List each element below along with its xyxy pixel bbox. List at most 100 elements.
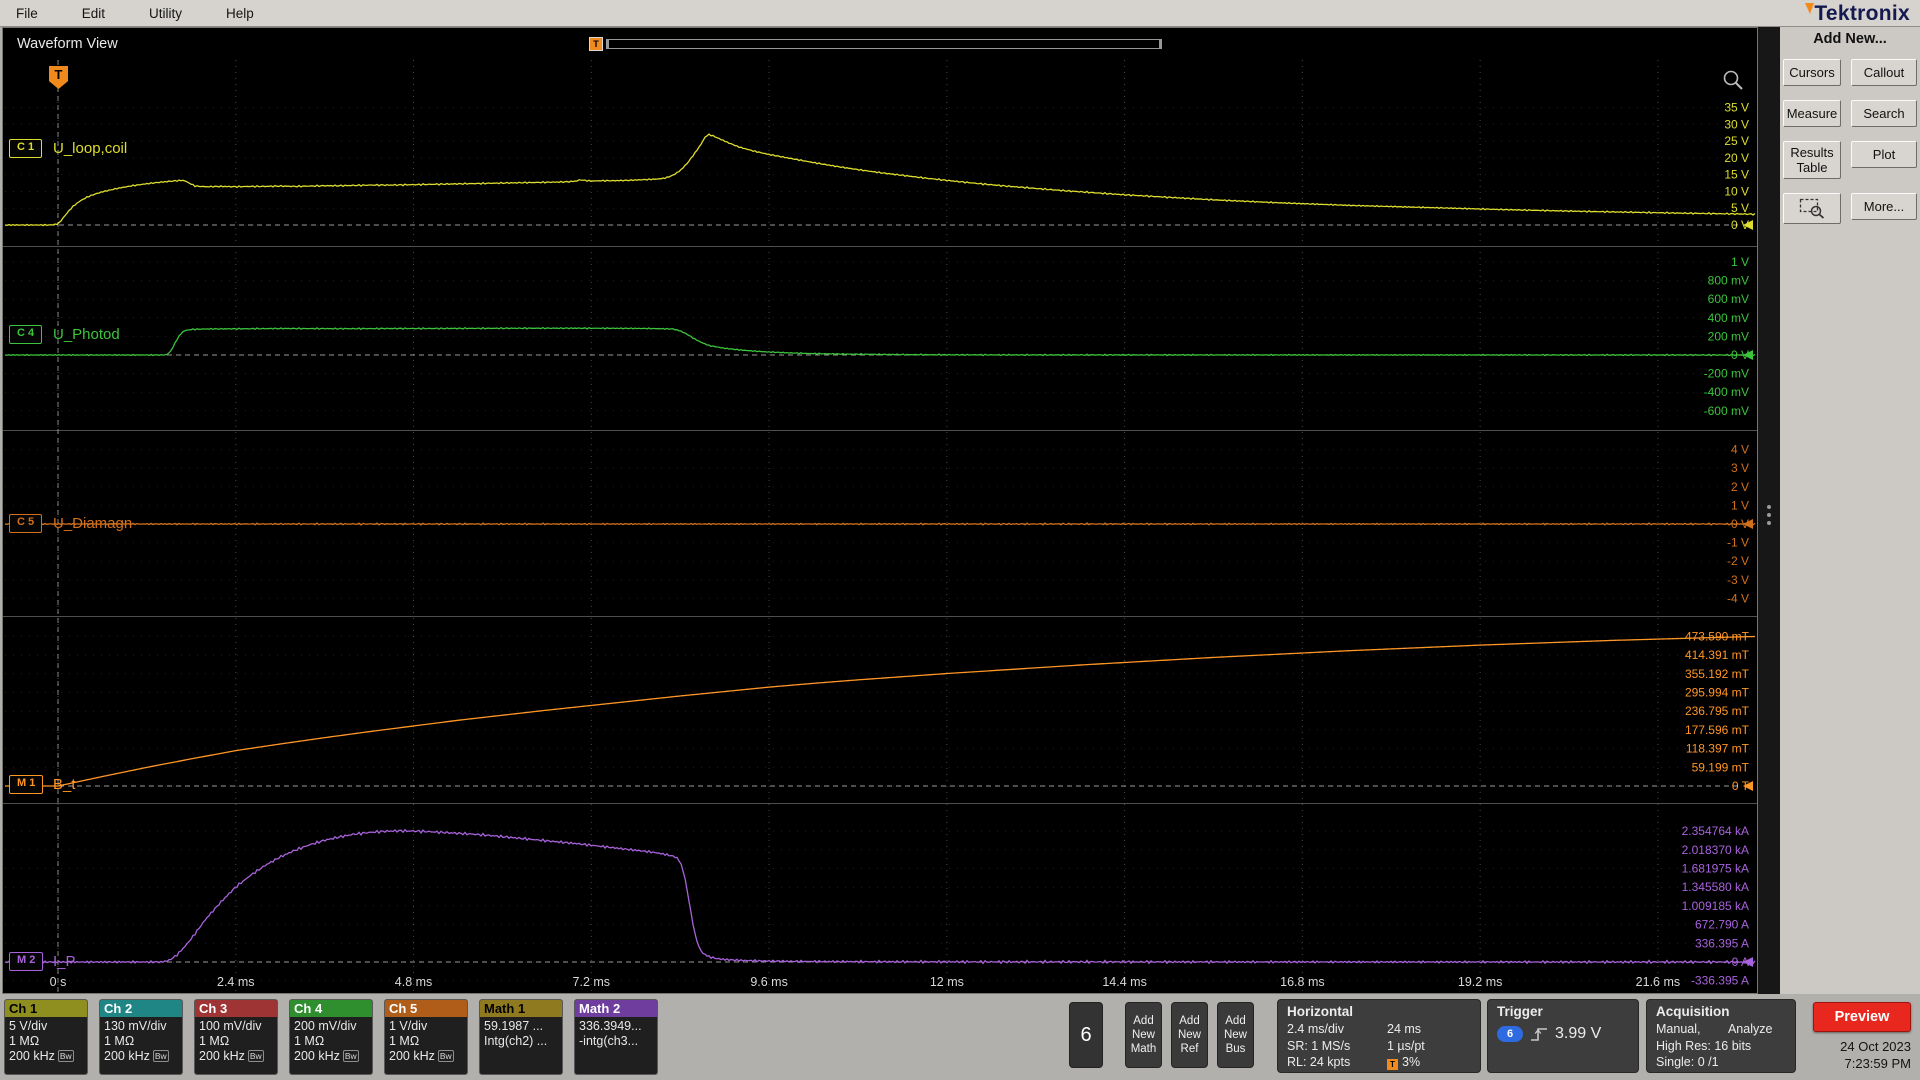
bandwidth-chip: Bw xyxy=(247,1050,264,1062)
channel-impedance: 1 MΩ xyxy=(389,1034,420,1048)
navigator-trigger-flag[interactable]: T xyxy=(589,37,603,51)
channel-scale: 200 mV/div xyxy=(294,1019,357,1033)
horizontal-values: 2.4 ms/div 24 ms SR: 1 MS/s 1 µs/pt RL: … xyxy=(1287,1021,1471,1071)
rising-edge-icon xyxy=(1531,1027,1547,1041)
add-new-button-grid: Cursors Callout Measure Search Results T… xyxy=(1780,59,1920,224)
acquisition-detail: High Res: 16 bits xyxy=(1656,1038,1752,1053)
channel-impedance: 1 MΩ xyxy=(104,1034,135,1048)
trigger-source-button[interactable]: 6 xyxy=(1069,1002,1103,1068)
scale-label: -336.395 A xyxy=(1691,974,1749,988)
pan-zoom-navigator[interactable]: T xyxy=(589,37,1162,51)
plot-channel-label-c5[interactable]: U_Diamagn xyxy=(53,515,132,532)
clock-date: 24 Oct 2023 xyxy=(1840,1039,1911,1054)
waveform-plot[interactable]: 0 s 2.4 ms 4.8 ms 7.2 ms 9.6 ms 12 ms 14.4 ms 1… xyxy=(3,60,1757,993)
plot-channel-badge-m2[interactable]: M 2 xyxy=(9,952,44,971)
add-search-button[interactable]: Search xyxy=(1851,100,1917,127)
channel-info: 1 V/div 1 MΩ 200 kHz Bw xyxy=(385,1017,467,1064)
add-measure-button[interactable]: Measure xyxy=(1783,100,1841,127)
channel-name: Ch 4 xyxy=(290,1000,372,1017)
scale-label: 400 mV xyxy=(1708,311,1749,325)
trigger-panel[interactable]: Trigger 6 3.99 V xyxy=(1487,999,1639,1073)
channel-badge-math1[interactable]: Math 1 59.1987 ... Intg(ch2) ... xyxy=(479,999,563,1075)
trigger-source-pill: 6 xyxy=(1497,1026,1523,1042)
channel-bandwidth: 200 kHz xyxy=(9,1049,55,1063)
add-plot-button[interactable]: Plot xyxy=(1851,141,1917,168)
trigger-position-icon: T xyxy=(1387,1059,1398,1070)
bandwidth-chip: Bw xyxy=(342,1050,359,1062)
add-callout-button[interactable]: Callout xyxy=(1851,59,1917,86)
scale-label: 1 V xyxy=(1731,255,1749,269)
zoom-icon[interactable] xyxy=(1721,68,1745,92)
menu-edit[interactable]: Edit xyxy=(82,6,105,21)
time-axis-label: 4.8 ms xyxy=(395,975,433,989)
channel-badge-ch2[interactable]: Ch 2 130 mV/div 1 MΩ 200 kHz Bw xyxy=(99,999,183,1075)
zoom-mode-button[interactable] xyxy=(1783,193,1841,224)
plot-channel-label-m2[interactable]: I_P xyxy=(53,953,76,970)
trigger-values: 6 3.99 V xyxy=(1497,1025,1629,1043)
oscilloscope-app: File Edit Utility Help Tektronix Wavefor… xyxy=(0,0,1920,1080)
menu-help[interactable]: Help xyxy=(226,6,254,21)
more-button[interactable]: More... xyxy=(1851,193,1917,220)
menu-file[interactable]: File xyxy=(16,6,38,21)
scale-label: -3 V xyxy=(1727,573,1749,587)
trace-C4 xyxy=(4,326,1756,357)
channel-badge-math2[interactable]: Math 2 336.3949... -intg(ch3... xyxy=(574,999,658,1075)
plot-channel-label-c1[interactable]: U_loop,coil xyxy=(53,140,127,157)
plot-channel-badge-c5[interactable]: C 5 xyxy=(9,514,43,533)
add-new-bus-button[interactable]: Add New Bus xyxy=(1217,1002,1254,1068)
scale-label: 4 V xyxy=(1731,443,1749,457)
plot-channel-badge-c1[interactable]: C 1 xyxy=(9,139,43,158)
channel-badge-ch3[interactable]: Ch 3 100 mV/div 1 MΩ 200 kHz Bw xyxy=(194,999,278,1075)
channel-impedance: 1 MΩ xyxy=(9,1034,40,1048)
channel-bandwidth-row: 200 kHz Bw xyxy=(294,1049,368,1064)
scale-label: -1 V xyxy=(1727,536,1749,550)
scale-label: 200 mV xyxy=(1708,329,1749,343)
acquisition-panel[interactable]: Acquisition Manual, Analyze High Res: 16… xyxy=(1646,999,1796,1073)
plot-channel-badge-c4[interactable]: C 4 xyxy=(9,325,43,344)
panel-splitter[interactable] xyxy=(1758,27,1780,994)
plot-channel-label-m1[interactable]: B_t xyxy=(53,776,76,793)
bandwidth-chip: Bw xyxy=(152,1050,169,1062)
label-line: New xyxy=(1131,1029,1155,1041)
add-new-ref-button[interactable]: Add New Ref xyxy=(1171,1002,1208,1068)
scale-label: 177.596 mT xyxy=(1685,723,1750,737)
horizontal-panel[interactable]: Horizontal 2.4 ms/div 24 ms SR: 1 MS/s 1… xyxy=(1277,999,1481,1073)
channel-name: Math 2 xyxy=(575,1000,657,1017)
scale-label: 336.395 A xyxy=(1695,936,1749,950)
scale-label: 5 V xyxy=(1731,201,1749,215)
add-new-title: Add New... xyxy=(1813,31,1887,47)
channel-name: Ch 1 xyxy=(5,1000,87,1017)
time-axis-label: 7.2 ms xyxy=(573,975,611,989)
navigator-bar[interactable] xyxy=(606,39,1162,49)
add-new-math-button[interactable]: Add New Math xyxy=(1125,1002,1162,1068)
add-cursors-button[interactable]: Cursors xyxy=(1783,59,1841,86)
channel-badge-ch4[interactable]: Ch 4 200 mV/div 1 MΩ 200 kHz Bw xyxy=(289,999,373,1075)
plot-channel-label-c4[interactable]: U_Photod xyxy=(53,326,120,343)
scale-label: 3 V xyxy=(1731,461,1749,475)
preview-button[interactable]: Preview xyxy=(1813,1002,1911,1032)
bandwidth-chip: Bw xyxy=(437,1050,454,1062)
channel-badge-ch5[interactable]: Ch 5 1 V/div 1 MΩ 200 kHz Bw xyxy=(384,999,468,1075)
horizontal-scale: 2.4 ms/div xyxy=(1287,1022,1344,1036)
scale-label: 1.345580 kA xyxy=(1682,880,1749,894)
channel-badge-row: Ch 1 5 V/div 1 MΩ 200 kHz Bw Ch 2 130 mV/… xyxy=(4,999,658,1075)
trace-M2 xyxy=(4,828,1756,965)
trace-C1 xyxy=(4,133,1756,227)
add-results-table-button[interactable]: Results Table xyxy=(1783,141,1841,179)
acquisition-mode: Manual, xyxy=(1656,1022,1701,1036)
channel-badge-ch1[interactable]: Ch 1 5 V/div 1 MΩ 200 kHz Bw xyxy=(4,999,88,1075)
label-line: Add xyxy=(1133,1015,1154,1027)
logo-text: Tektronix xyxy=(1814,2,1910,25)
label-line: Add xyxy=(1225,1015,1246,1027)
scale-label: -2 V xyxy=(1727,554,1749,568)
channel-name: Ch 2 xyxy=(100,1000,182,1017)
trigger-position-value: 3% xyxy=(1402,1055,1421,1069)
channel-bandwidth: 200 kHz xyxy=(104,1049,150,1063)
scale-label: 2.354764 kA xyxy=(1682,824,1749,838)
menu-utility[interactable]: Utility xyxy=(149,6,182,21)
bandwidth-chip: Bw xyxy=(57,1050,74,1062)
trace-M1 xyxy=(5,635,1756,787)
waveform-view-header: Waveform View T xyxy=(3,28,1757,60)
plot-channel-badge-m1[interactable]: M 1 xyxy=(9,775,44,794)
scale-label: 25 V xyxy=(1724,134,1749,148)
